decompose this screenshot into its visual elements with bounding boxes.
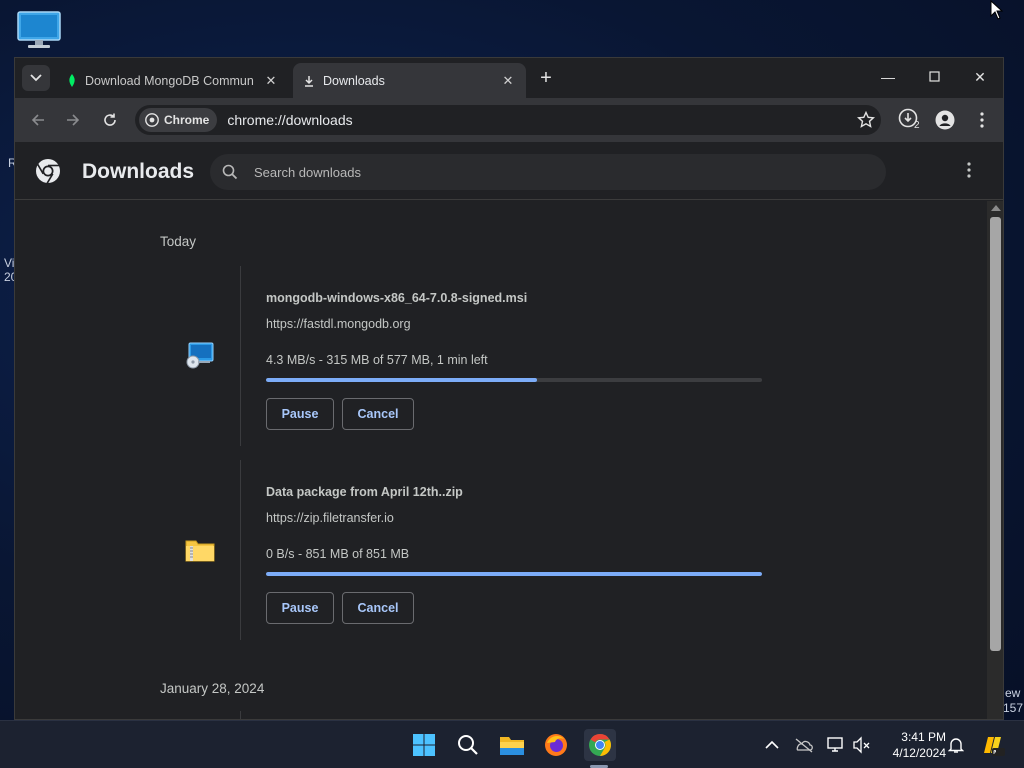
- close-tab-icon[interactable]: ✕: [500, 73, 516, 89]
- taskbar: 3:41 PM 4/12/2024: [0, 720, 1024, 768]
- downloads-count-badge: 2: [914, 120, 920, 131]
- minimize-button[interactable]: —: [873, 66, 903, 88]
- tab-downloads[interactable]: Downloads ✕: [293, 63, 526, 98]
- download-item: Data package from April 12th..zip https:…: [185, 460, 840, 640]
- arrow-right-icon: [67, 114, 80, 126]
- volume-muted-icon[interactable]: [852, 735, 872, 755]
- firefox-icon[interactable]: [540, 729, 572, 761]
- scroll-thumb[interactable]: [990, 217, 1001, 651]
- system-clock[interactable]: 3:41 PM 4/12/2024: [880, 729, 946, 761]
- file-name[interactable]: Data package from April 12th..zip: [266, 485, 463, 499]
- progress-fill: [266, 378, 537, 382]
- tab-title: Downloads: [323, 73, 385, 88]
- chip-label: Chrome: [164, 113, 210, 127]
- search-icon[interactable]: [452, 729, 484, 761]
- avatar-icon: [935, 110, 955, 130]
- scroll-up-arrow-icon[interactable]: [991, 205, 1001, 211]
- tab-search-button[interactable]: [22, 65, 50, 91]
- download-progress-icon: [898, 108, 918, 128]
- copilot-pre-icon[interactable]: [978, 731, 1006, 759]
- maximize-button[interactable]: [919, 66, 949, 88]
- file-explorer-icon[interactable]: [496, 729, 528, 761]
- kebab-menu-icon: [967, 162, 971, 178]
- browser-toolbar: Chrome chrome://downloads 2: [15, 98, 1003, 142]
- address-bar[interactable]: Chrome chrome://downloads: [135, 105, 881, 135]
- file-source-url[interactable]: https://zip.filetransfer.io: [266, 511, 394, 525]
- search-downloads-box[interactable]: [210, 154, 886, 190]
- reload-icon: [104, 113, 116, 126]
- chevron-down-icon: [30, 74, 42, 82]
- profile-button[interactable]: [934, 109, 956, 131]
- download-status: 0 B/s - 851 MB of 851 MB: [266, 547, 410, 561]
- downloads-toolbar-button[interactable]: 2: [898, 108, 924, 131]
- downloads-header: Downloads: [15, 142, 1003, 200]
- bookmark-star-button[interactable]: [856, 110, 876, 134]
- star-icon: [856, 110, 876, 128]
- browser-window: Download MongoDB Commun ✕ Downloads ✕ + …: [14, 57, 1004, 720]
- downloads-page: Downloads Today: [15, 142, 1003, 719]
- download-icon: [305, 75, 313, 87]
- chrome-logo-icon: [35, 158, 61, 184]
- desktop-label-fragment: Vi: [4, 256, 15, 270]
- file-name[interactable]: mongodb-windows-x86_64-7.0.8-signed.msi: [266, 291, 527, 305]
- new-tab-button[interactable]: +: [535, 68, 557, 90]
- page-title: Downloads: [82, 160, 195, 183]
- arrow-left-icon: [31, 114, 44, 126]
- desktop-label-fragment: 157: [1003, 701, 1024, 715]
- pause-button[interactable]: Pause: [266, 398, 334, 430]
- reload-button[interactable]: [99, 109, 121, 131]
- search-icon: [222, 164, 242, 180]
- maximize-icon: [928, 71, 940, 82]
- network-icon[interactable]: [826, 735, 846, 755]
- tab-mongodb[interactable]: Download MongoDB Commun ✕: [57, 63, 289, 98]
- search-input[interactable]: [254, 164, 814, 180]
- close-window-button[interactable]: ✕: [965, 66, 995, 88]
- chrome-logo-icon: [145, 113, 159, 127]
- progress-fill: [266, 572, 762, 576]
- tab-title: Download MongoDB Commun: [85, 73, 254, 88]
- browser-menu-button[interactable]: [971, 109, 993, 131]
- close-tab-icon[interactable]: ✕: [263, 73, 279, 89]
- zip-folder-icon: [184, 535, 216, 565]
- cancel-button[interactable]: Cancel: [342, 592, 414, 624]
- scrollbar[interactable]: [987, 201, 1003, 719]
- chevron-up-icon[interactable]: [762, 735, 782, 755]
- kebab-menu-icon: [980, 112, 984, 128]
- clock-time: 3:41 PM: [901, 730, 946, 744]
- mouse-cursor-icon: [990, 0, 1004, 20]
- downloads-menu-button[interactable]: [960, 162, 978, 182]
- download-progress-bar: [266, 572, 762, 576]
- onedrive-offline-icon[interactable]: [794, 735, 814, 755]
- url-text: chrome://downloads: [227, 112, 353, 128]
- date-heading: January 28, 2024: [160, 681, 265, 696]
- site-info-chip[interactable]: Chrome: [139, 108, 218, 132]
- clock-date: 4/12/2024: [892, 746, 946, 760]
- pause-button[interactable]: Pause: [266, 592, 334, 624]
- cancel-button[interactable]: Cancel: [342, 398, 414, 430]
- mongodb-leaf-icon: [69, 73, 75, 87]
- desktop-label-fragment: ew: [1005, 686, 1021, 700]
- tab-strip: Download MongoDB Commun ✕ Downloads ✕ + …: [15, 58, 1003, 98]
- file-source-url[interactable]: https://fastdl.mongodb.org: [266, 317, 411, 331]
- back-button[interactable]: [27, 109, 49, 131]
- msi-installer-icon: [184, 341, 216, 371]
- chrome-icon[interactable]: [584, 729, 616, 761]
- downloads-list: Today mongodb-windows-x86_64-7.0.8-signe…: [15, 201, 987, 719]
- download-item: mongodb-windows-x86_64-7.0.8-signed.msi …: [186, 266, 840, 446]
- download-status: 4.3 MB/s - 315 MB of 577 MB, 1 min left: [266, 353, 488, 367]
- date-heading: Today: [160, 234, 197, 249]
- download-progress-bar: [266, 378, 762, 382]
- notification-bell-icon[interactable]: [946, 735, 966, 755]
- divider: [240, 711, 241, 719]
- forward-button[interactable]: [62, 109, 84, 131]
- this-pc-desktop-icon[interactable]: [16, 10, 62, 50]
- windows-start-icon[interactable]: [408, 729, 440, 761]
